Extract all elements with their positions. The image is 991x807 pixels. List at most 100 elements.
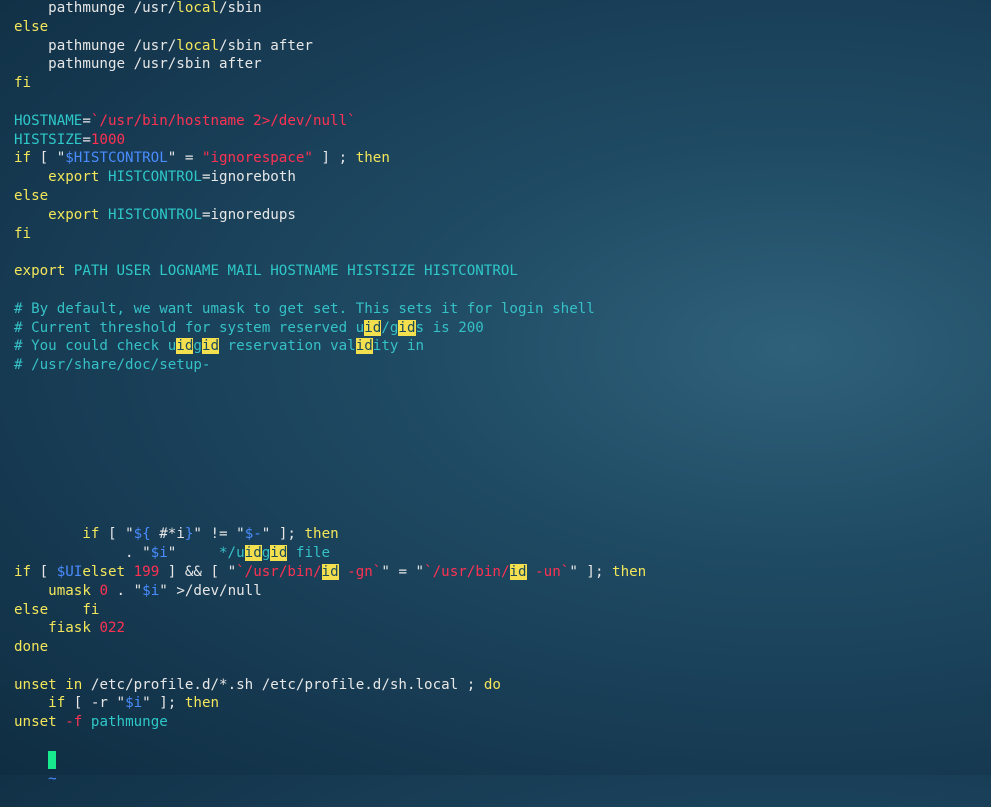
code-line: else [14,187,984,206]
code-token: " [133,582,143,599]
code-token: if [14,150,32,167]
code-token: " [227,563,237,580]
code-line: if [ $UIelset 199 ] && [ "`/usr/bin/id -… [14,563,984,582]
code-token: $UI [56,563,83,580]
code-line: # By default, we want umask to get set. … [14,300,984,319]
code-token: " [142,695,151,712]
code-token: then [304,526,339,543]
code-token: " [193,526,202,543]
code-token: # /usr/share/doc/setup- [14,357,211,374]
code-token: [ [31,150,57,167]
search-match: id [176,338,194,355]
code-token: [ -r [65,695,117,712]
code-token: 0 [99,582,108,599]
code-token: ity in [372,338,425,355]
code-token: " [159,582,168,599]
code-token: $i [142,582,160,599]
code-token: # You could check u [14,338,177,355]
code-token: if [82,526,100,543]
code-token: HISTSIZE [14,131,83,148]
code-line: . "$i" */uidgid file [14,544,984,563]
code-token: pathmunge /usr/sbin after [14,56,262,73]
code-token: pathmunge [82,714,168,731]
code-token: # By default, we want umask to get set. … [14,300,595,317]
code-token: HISTCONTROL [107,169,202,186]
code-token: = [176,150,202,167]
code-line: unset -f pathmunge [14,713,984,732]
code-token: -f [65,714,83,731]
terminal-editor[interactable]: pathmunge /usr/local/sbin else pathmunge … [14,0,984,787]
code-line: # /usr/share/doc/setup- [14,356,984,375]
code-token: ]; [150,695,185,712]
code-token: do [483,676,501,693]
code-token: /g [381,319,399,336]
code-token: `/usr/bin/hostname 2>/dev/null` [90,112,356,129]
code-token: in [65,676,83,693]
code-token: . [107,582,134,599]
code-token: then [184,695,220,712]
code-line: fiask 022 [14,619,984,638]
code-token: /sbin after [219,37,313,54]
code-line: fi [14,225,984,244]
code-token: umask [48,582,91,599]
code-token: " [569,563,578,580]
code-token: s is 200 [415,319,484,336]
code-line: else [14,18,984,37]
code-token: $i [150,545,168,562]
code-token: " [415,563,425,580]
code-token: if [14,563,32,580]
code-token: /etc/profile.d/*.sh /etc/profile.d/sh.lo… [82,676,484,693]
code-token: 1000 [90,131,126,148]
code-token: ignoreboth [210,169,296,186]
code-token: . [14,545,143,562]
empty-buffer-line: ~ [14,751,984,787]
code-token: $i [125,695,143,712]
code-token: fiask [48,620,91,637]
code-token: unset [14,714,57,731]
search-match: id [509,563,527,580]
search-match: id [270,545,288,562]
code-token: -un` [526,563,570,580]
code-token: ignoredups [210,206,296,223]
code-token: `/usr/bin/ [424,563,510,580]
code-token: = [82,112,91,129]
code-token: " [125,526,134,543]
code-token: [ [31,563,57,580]
code-token: export [14,263,66,280]
code-line: done [14,638,984,657]
code-token: "ignorespace" [201,150,313,167]
code-token: else [14,18,49,35]
code-token: */u [176,545,245,562]
code-token: export [48,206,100,223]
code-token: if [48,695,66,712]
code-token: = [82,131,91,148]
code-line: pathmunge /usr/sbin after [14,55,984,74]
code-token: ] && [ [159,563,228,580]
code-token: elset [82,563,126,580]
code-token: done [14,639,49,656]
code-token: " [381,563,390,580]
code-token: ]; [270,526,305,543]
code-token: else [14,601,49,618]
search-match: id [321,563,339,580]
code-line: export HISTCONTROL=ignoreboth [14,168,984,187]
code-token: " [116,695,126,712]
cursor-line [14,732,984,769]
code-token: #*i [150,526,185,543]
code-token: HISTCONTROL [107,206,202,223]
code-token: `/usr/bin/ [236,563,322,580]
code-token: fi [82,601,100,618]
code-token: ] ; [312,150,356,167]
code-token: != [201,526,237,543]
code-token: [ [99,526,126,543]
